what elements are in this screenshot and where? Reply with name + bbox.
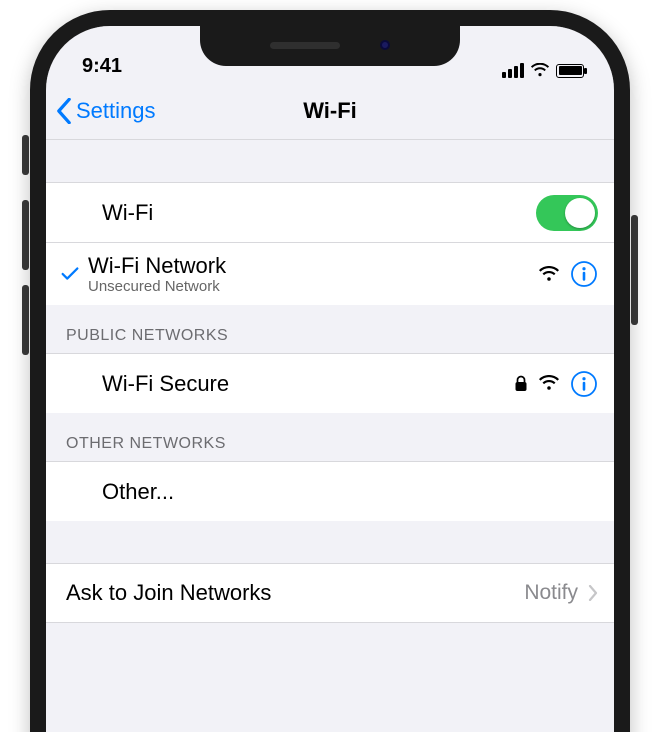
phone-volume-down — [22, 285, 29, 355]
checkmark-icon — [52, 263, 88, 285]
section-header-other: OTHER NETWORKS — [46, 413, 614, 461]
wifi-status-icon — [530, 63, 550, 78]
battery-icon — [556, 64, 584, 78]
ask-to-join-label: Ask to Join Networks — [66, 580, 524, 606]
phone-mute-switch — [22, 135, 29, 175]
network-name: Wi-Fi Secure — [102, 371, 514, 397]
wifi-toggle-label: Wi-Fi — [102, 200, 536, 226]
wifi-signal-icon — [538, 375, 560, 392]
wifi-toggle[interactable] — [536, 195, 598, 231]
info-button[interactable] — [570, 260, 598, 288]
ask-to-join-row[interactable]: Ask to Join Networks Notify — [46, 563, 614, 623]
wifi-toggle-row: Wi-Fi — [46, 182, 614, 242]
network-subtitle: Unsecured Network — [88, 278, 538, 295]
other-network-row[interactable]: Other... — [46, 461, 614, 521]
page-title: Wi-Fi — [303, 98, 357, 124]
network-row[interactable]: Wi-Fi Secure — [46, 353, 614, 413]
connected-network-row[interactable]: Wi-Fi Network Unsecured Network — [46, 242, 614, 305]
notch — [200, 26, 460, 66]
cellular-signal-icon — [502, 63, 524, 78]
back-button[interactable]: Settings — [56, 82, 156, 139]
front-camera — [380, 40, 390, 50]
chevron-left-icon — [56, 98, 72, 124]
info-button[interactable] — [570, 370, 598, 398]
nav-bar: Settings Wi-Fi — [46, 82, 614, 140]
ask-to-join-value: Notify — [524, 581, 578, 605]
back-label: Settings — [76, 98, 156, 124]
speaker-grille — [270, 42, 340, 49]
network-name: Wi-Fi Network — [88, 253, 538, 279]
lock-icon — [514, 375, 528, 393]
phone-volume-up — [22, 200, 29, 270]
phone-side-button — [631, 215, 638, 325]
screen: 9:41 Settings Wi-Fi — [46, 26, 614, 732]
status-time: 9:41 — [82, 55, 122, 78]
section-header-public: PUBLIC NETWORKS — [46, 305, 614, 353]
wifi-signal-icon — [538, 266, 560, 283]
phone-frame: 9:41 Settings Wi-Fi — [30, 10, 630, 732]
chevron-right-icon — [588, 585, 598, 601]
other-label: Other... — [102, 479, 598, 505]
